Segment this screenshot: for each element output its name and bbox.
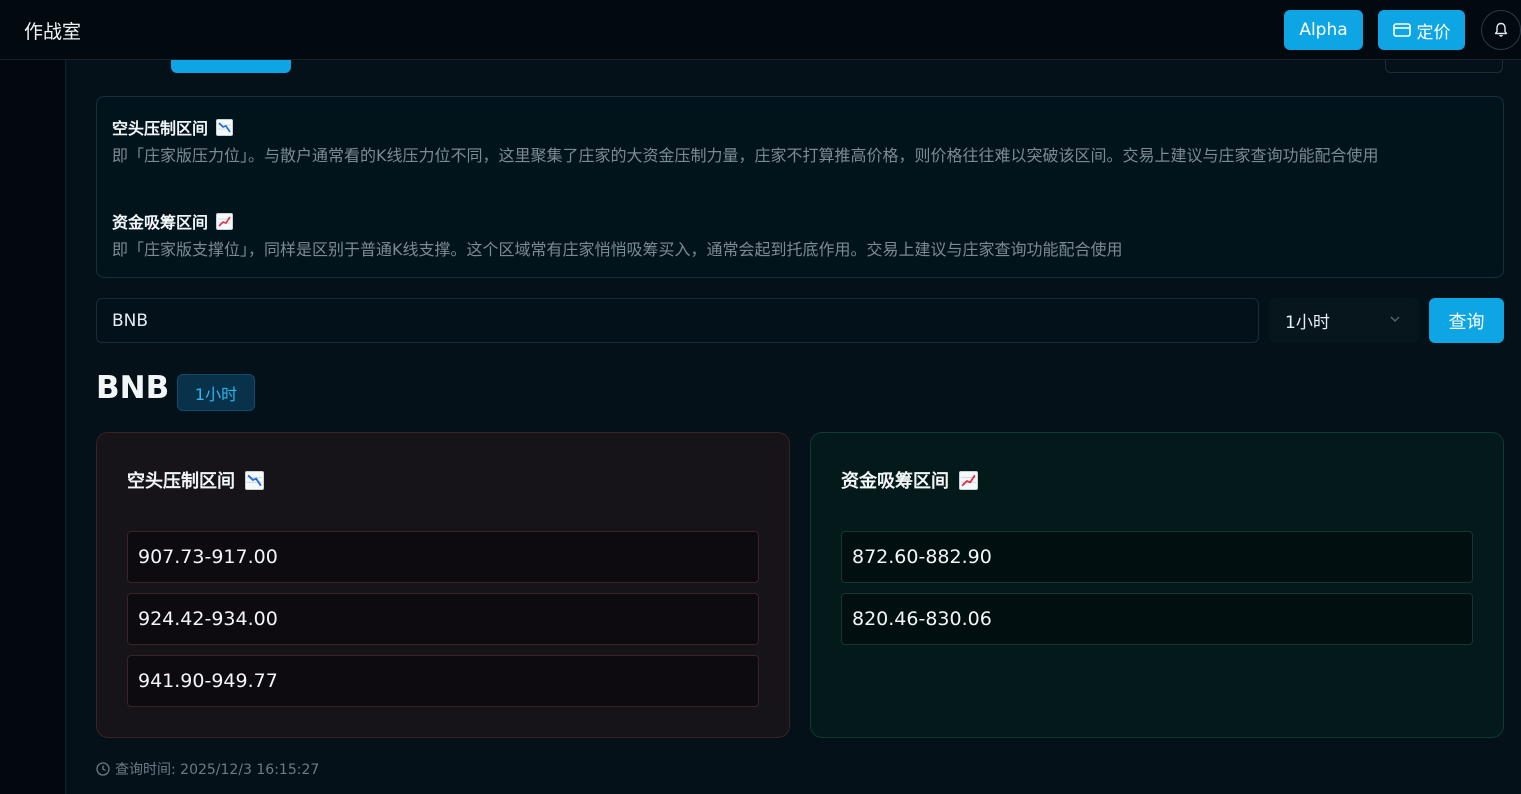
support-info-title-text: 资金吸筹区间 [112,213,209,232]
app-title: 作战室 [24,21,82,43]
resistance-range-row: 907.73-917.00 [127,531,759,583]
resistance-info-title: 空头压制区间 [112,115,234,139]
resistance-range-row: 924.42-934.00 [127,593,759,645]
clock-icon [96,762,110,776]
pricing-label: 定价 [1416,22,1451,43]
support-range-row: 872.60-882.90 [841,531,1473,583]
interval-select[interactable]: 1小时 [1269,298,1419,343]
card-icon [1392,23,1411,37]
support-card: 资金吸筹区间 872.60-882.90 820.46-830.06 [810,432,1504,738]
resistance-info-description: 即「庄家版压力位」。与散户通常看的K线压力位不同，这里聚集了庄家的大资金压制力量… [112,146,1379,165]
resistance-card: 空头压制区间 907.73-917.00 924.42-934.00 941.9… [96,432,790,738]
partial-right-control[interactable] [1385,60,1503,73]
symbol-search-input[interactable]: BNB [96,298,1259,343]
query-time-text: 查询时间: 2025/12/3 16:15:27 [115,762,320,778]
resistance-info-title-text: 空头压制区间 [112,119,209,138]
partial-heading-tag [171,60,291,73]
resistance-range-row: 941.90-949.77 [127,655,759,707]
bell-icon [1494,22,1508,37]
alpha-button[interactable]: Alpha [1284,10,1363,50]
support-card-title: 资金吸筹区间 [841,467,978,493]
query-button[interactable]: 查询 [1429,298,1504,343]
chart-increasing-icon [959,470,978,490]
result-symbol-title: BNB [96,370,170,406]
info-panel: 空头压制区间 即「庄家版压力位」。与散户通常看的K线压力位不同，这里聚集了庄家的… [96,96,1504,278]
notifications-button[interactable] [1481,10,1521,50]
top-bar: 作战室 Alpha 定价 [0,0,1521,60]
support-info-description: 即「庄家版支撑位」，同样是区别于普通K线支撑。这个区域常有庄家悄悄吸筹买入，通常… [112,240,1123,259]
chart-decreasing-icon [216,118,234,136]
chart-decreasing-icon [245,470,264,490]
support-card-title-text: 资金吸筹区间 [841,471,949,492]
chart-increasing-icon [216,212,234,230]
query-time: 查询时间: 2025/12/3 16:15:27 [96,759,319,779]
pricing-button[interactable]: 定价 [1378,10,1465,50]
support-range-row: 820.46-830.06 [841,593,1473,645]
interval-badge: 1小时 [177,374,255,411]
resistance-card-title-text: 空头压制区间 [127,471,235,492]
chevron-down-icon [1390,316,1400,322]
resistance-card-title: 空头压制区间 [127,467,264,493]
support-info-title: 资金吸筹区间 [112,209,234,233]
sidebar [0,60,66,794]
interval-select-value: 1小时 [1285,313,1330,333]
